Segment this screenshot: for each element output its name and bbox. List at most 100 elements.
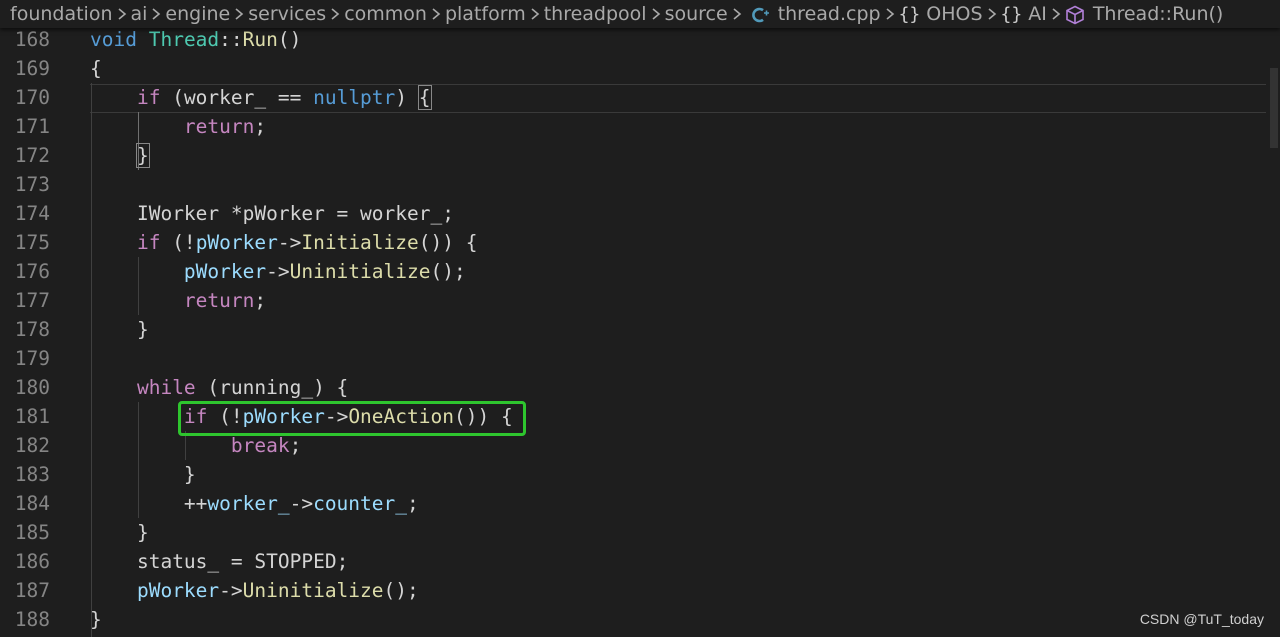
code-token: Thread bbox=[148, 28, 220, 51]
line-number: 183 bbox=[14, 463, 50, 486]
line-number: 186 bbox=[14, 550, 50, 573]
code-line: 171 return; bbox=[0, 112, 1280, 141]
code-token: return bbox=[183, 115, 255, 138]
vertical-scrollbar[interactable] bbox=[1266, 28, 1280, 637]
chevron-right-icon bbox=[427, 0, 445, 28]
breadcrumb-item-label: Thread::Run() bbox=[1092, 3, 1224, 25]
code-token: break bbox=[230, 434, 290, 457]
code-token: worker_ bbox=[207, 492, 290, 515]
code-text: } bbox=[90, 460, 196, 489]
line-number: 170 bbox=[14, 86, 50, 109]
line-number: 172 bbox=[14, 144, 50, 167]
code-token: return bbox=[183, 289, 255, 312]
code-token: worker_ bbox=[360, 202, 443, 225]
line-number: 171 bbox=[14, 115, 50, 138]
breadcrumb-item-thread-cpp[interactable]: thread.cpp bbox=[746, 3, 881, 25]
code-line: 177 return; bbox=[0, 286, 1280, 315]
line-number: 185 bbox=[14, 521, 50, 544]
breadcrumb-item-services[interactable]: services bbox=[248, 3, 326, 25]
breadcrumb-item-label: AI bbox=[1028, 3, 1047, 25]
chevron-right-icon bbox=[230, 0, 248, 28]
breadcrumb-item-ohos[interactable]: {} OHOS bbox=[899, 3, 983, 25]
code-token: ) { bbox=[313, 376, 349, 399]
line-number: 174 bbox=[14, 202, 50, 225]
code-text: { bbox=[90, 54, 102, 83]
annotation-highlight-box bbox=[178, 401, 526, 436]
breadcrumb-item-platform[interactable]: platform bbox=[445, 3, 526, 25]
line-number: 173 bbox=[14, 173, 50, 196]
code-line: 168 void Thread::Run() bbox=[0, 25, 1280, 54]
code-line: 178 } bbox=[0, 315, 1280, 344]
code-token: ++ bbox=[183, 492, 208, 515]
code-token: (); bbox=[430, 260, 466, 283]
code-token: while bbox=[136, 376, 196, 399]
code-token: counter_ bbox=[313, 492, 407, 515]
line-number: 168 bbox=[14, 28, 50, 51]
code-token: } bbox=[183, 463, 196, 486]
code-token: :: bbox=[219, 28, 243, 51]
line-number: 181 bbox=[14, 405, 50, 428]
code-token: { bbox=[90, 57, 102, 80]
code-line: 173 bbox=[0, 170, 1280, 199]
code-token: running_ bbox=[219, 376, 314, 399]
line-number: 176 bbox=[14, 260, 50, 283]
chevron-right-icon bbox=[728, 0, 746, 28]
breadcrumb-item-common[interactable]: common bbox=[344, 3, 427, 25]
watermark: CSDN @TuT_today bbox=[1139, 611, 1264, 627]
breadcrumb-item-ai[interactable]: ai bbox=[131, 3, 148, 25]
code-text: } bbox=[90, 605, 102, 634]
code-line: 170 if (worker_ == nullptr) { bbox=[0, 83, 1280, 112]
scrollbar-thumb[interactable] bbox=[1270, 68, 1278, 148]
code-token: ; bbox=[336, 550, 349, 573]
code-token: Run bbox=[242, 28, 278, 51]
code-token: ; bbox=[442, 202, 454, 225]
code-line: 185 } bbox=[0, 518, 1280, 547]
code-token: void bbox=[90, 28, 137, 51]
method-cube-icon bbox=[1066, 5, 1084, 24]
breadcrumb-item-threadpool[interactable]: threadpool bbox=[544, 3, 647, 25]
chevron-right-icon bbox=[526, 0, 544, 28]
code-text: if (worker_ == nullptr) { bbox=[90, 83, 432, 112]
breadcrumb-item-source[interactable]: source bbox=[665, 3, 728, 25]
code-text: if (!pWorker->Initialize()) { bbox=[90, 228, 478, 257]
breadcrumb-item-foundation[interactable]: foundation bbox=[10, 3, 113, 25]
code-token: } bbox=[90, 608, 102, 631]
code-token: pWorker bbox=[136, 579, 220, 602]
code-token: -> bbox=[277, 231, 302, 254]
code-token: status_ bbox=[136, 550, 220, 573]
line-number: 180 bbox=[14, 376, 50, 399]
code-text: status_ = STOPPED; bbox=[90, 547, 348, 576]
code-token: ; bbox=[254, 289, 267, 312]
line-number: 182 bbox=[14, 434, 50, 457]
chevron-right-icon bbox=[983, 0, 1001, 28]
breadcrumb-item-engine[interactable]: engine bbox=[165, 3, 230, 25]
code-line: 180 while (running_) { bbox=[0, 373, 1280, 402]
code-token: ) bbox=[395, 86, 419, 109]
code-token: *pWorker bbox=[230, 202, 325, 225]
chevron-right-icon bbox=[881, 0, 899, 28]
code-token: } bbox=[136, 521, 149, 544]
code-token: Initialize bbox=[301, 231, 419, 254]
bracket-match: } bbox=[135, 143, 150, 168]
namespace-icon: {} bbox=[1000, 4, 1023, 25]
line-number: 177 bbox=[14, 289, 50, 312]
code-token: pWorker bbox=[183, 260, 267, 283]
code-token: if bbox=[136, 86, 161, 109]
breadcrumb-item-thread-run[interactable]: Thread::Run() bbox=[1065, 3, 1224, 25]
breadcrumb: foundation ai engine services common pla… bbox=[0, 0, 1280, 28]
code-token: Uninitialize bbox=[242, 579, 384, 602]
code-token: worker_ bbox=[183, 86, 267, 109]
code-text: return; bbox=[90, 286, 266, 315]
code-token: (! bbox=[160, 231, 196, 254]
chevron-right-icon bbox=[1047, 0, 1065, 28]
code-token: Uninitialize bbox=[289, 260, 431, 283]
breadcrumb-item-ai-namespace[interactable]: {} AI bbox=[1001, 3, 1047, 25]
code-line: 184 ++worker_->counter_; bbox=[0, 489, 1280, 518]
code-editor[interactable]: 168 void Thread::Run() 169 { 170 if (wor… bbox=[0, 25, 1280, 637]
breadcrumb-item-label: OHOS bbox=[926, 3, 983, 25]
namespace-icon: {} bbox=[898, 4, 921, 25]
code-token: ()) { bbox=[418, 231, 478, 254]
code-line: 188 } bbox=[0, 605, 1280, 634]
chevron-right-icon bbox=[647, 0, 665, 28]
code-token: } bbox=[136, 318, 149, 341]
